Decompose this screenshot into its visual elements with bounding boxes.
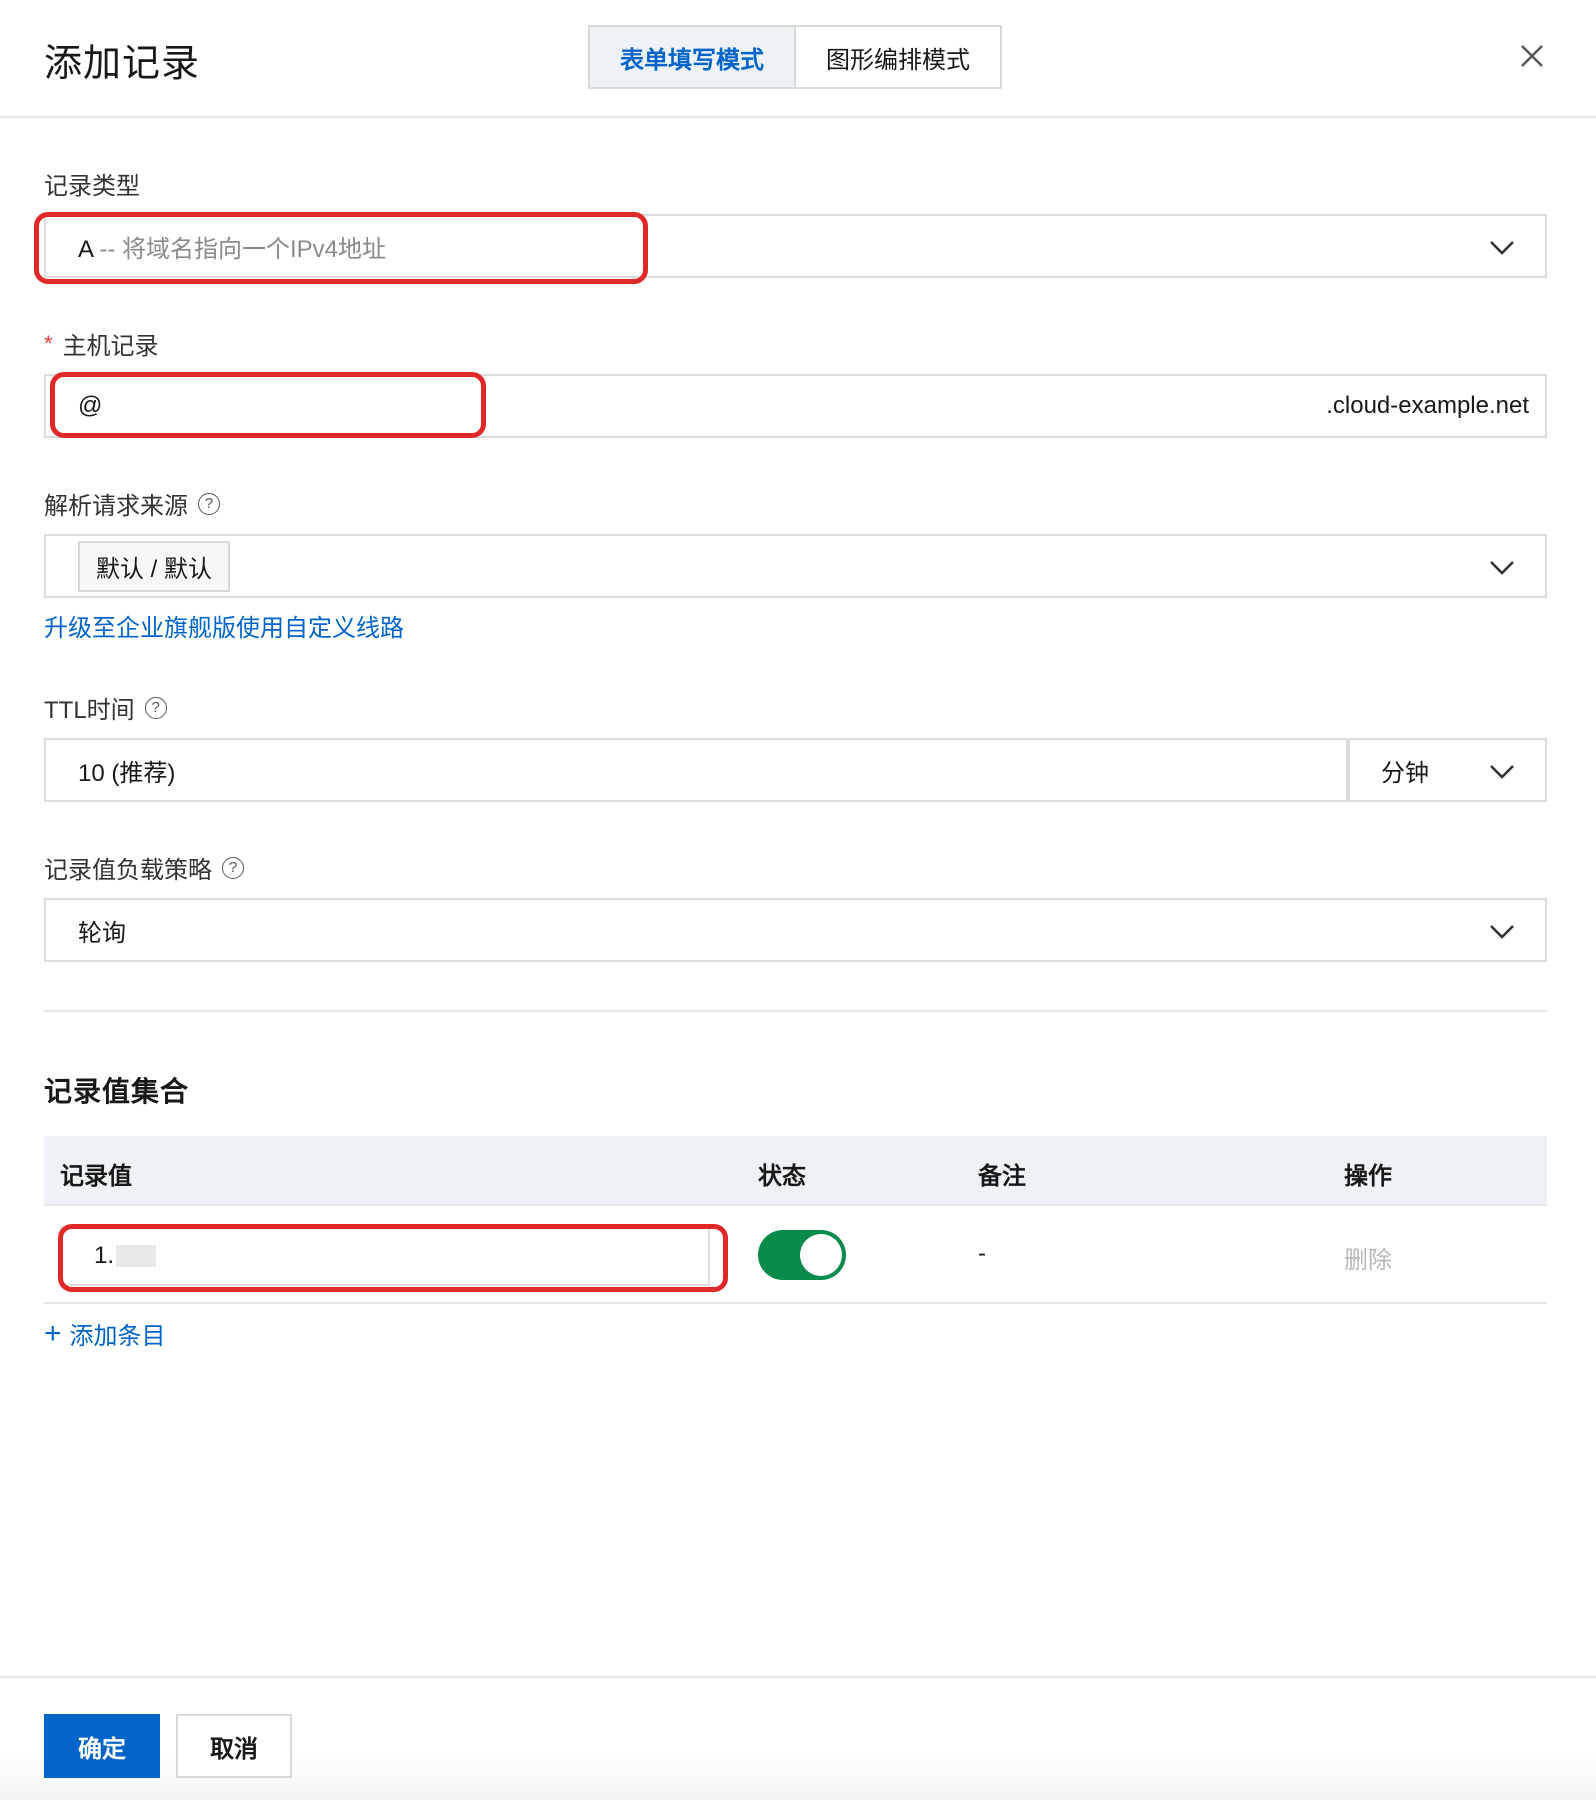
load-strategy-value: 轮询: [78, 919, 126, 947]
chevron-down-icon: [1490, 925, 1514, 939]
annotation-box-record-type: [34, 212, 648, 284]
load-strategy-label: 记录值负载策略 ?: [44, 850, 244, 885]
cancel-button[interactable]: 取消: [176, 1714, 292, 1778]
column-header-action: 操作: [1344, 1163, 1392, 1190]
host-label: * 主机记录: [44, 326, 159, 361]
record-type-label-text: 记录类型: [44, 173, 140, 200]
resolve-source-label: 解析请求来源 ?: [44, 486, 220, 521]
host-label-text: 主机记录: [62, 333, 159, 360]
ttl-unit-value: 分钟: [1381, 759, 1429, 787]
status-toggle[interactable]: [758, 1230, 846, 1280]
chevron-down-icon: [1490, 765, 1514, 779]
ttl-input[interactable]: 10 (推荐): [44, 738, 1348, 802]
domain-suffix: .cloud-example.net: [1326, 392, 1529, 419]
upgrade-link[interactable]: 升级至企业旗舰版使用自定义线路: [44, 608, 404, 643]
record-set-title: 记录值集合: [44, 1076, 190, 1107]
help-icon[interactable]: ?: [222, 856, 244, 879]
ttl-label: TTL时间 ?: [44, 690, 167, 725]
line-tag: 默认 / 默认: [78, 540, 231, 592]
dialog-header: 添加记录 表单填写模式 图形编排模式: [0, 0, 1596, 118]
help-icon[interactable]: ?: [144, 696, 167, 719]
ttl-label-text: TTL时间: [44, 697, 135, 724]
toggle-knob: [800, 1234, 842, 1276]
add-item-button[interactable]: + 添加条目: [44, 1316, 166, 1351]
ttl-unit-select[interactable]: 分钟: [1347, 738, 1547, 802]
load-strategy-label-text: 记录值负载策略: [44, 857, 212, 884]
chevron-down-icon: [1490, 561, 1514, 575]
ttl-value: 10 (推荐): [78, 759, 176, 787]
dialog-footer: 确定 取消: [0, 1676, 1596, 1800]
column-header-remark: 备注: [978, 1163, 1026, 1190]
add-item-label: 添加条目: [69, 1323, 166, 1350]
column-header-status: 状态: [758, 1163, 806, 1190]
tab-graphic-mode[interactable]: 图形编排模式: [796, 27, 1000, 87]
resolve-source-label-text: 解析请求来源: [44, 493, 188, 520]
chevron-down-icon: [1490, 241, 1514, 255]
required-mark: *: [44, 330, 53, 356]
column-header-value: 记录值: [60, 1163, 132, 1190]
record-type-label: 记录类型: [44, 166, 140, 201]
dialog-title: 添加记录: [44, 43, 201, 85]
delete-link[interactable]: 删除: [1344, 1240, 1392, 1275]
section-divider: [44, 1010, 1547, 1012]
table-header: 记录值 状态 备注 操作: [44, 1136, 1547, 1206]
remark-value: -: [978, 1240, 986, 1267]
close-icon[interactable]: [1516, 40, 1548, 72]
confirm-button[interactable]: 确定: [44, 1714, 160, 1778]
load-strategy-select[interactable]: 轮询: [44, 898, 1547, 962]
plus-icon: +: [44, 1316, 62, 1350]
annotation-box-record-value: [58, 1224, 728, 1292]
resolve-source-select[interactable]: 默认 / 默认: [44, 534, 1547, 598]
tab-form-mode[interactable]: 表单填写模式: [590, 27, 796, 87]
mode-switch: 表单填写模式 图形编排模式: [588, 25, 1002, 89]
annotation-box-host: [50, 372, 486, 438]
help-icon[interactable]: ?: [198, 492, 220, 515]
